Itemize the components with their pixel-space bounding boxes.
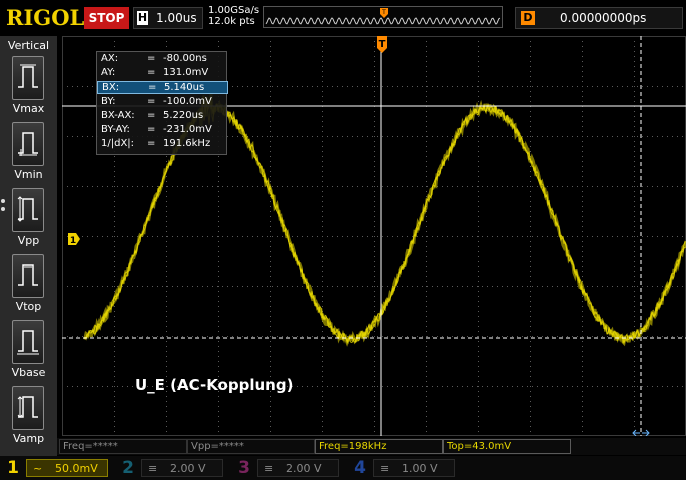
- channel-4-settings: ≡ 1.00 V: [373, 459, 455, 477]
- readout-eq: =: [147, 110, 156, 121]
- measure-menu-title: Vertical: [7, 39, 50, 52]
- channel-1-settings: ~ 50.0mV: [26, 459, 108, 477]
- measure-vpp-label: Vpp: [17, 234, 40, 247]
- readout-row-bx[interactable]: BX: = 5.140us: [97, 81, 228, 94]
- readout-key: AY:: [101, 67, 116, 78]
- top-status-bar: RIGOL STOP H 1.00us 1.00GSa/s 12.0k pts …: [0, 0, 686, 36]
- channel-3-settings: ≡ 2.00 V: [257, 459, 339, 477]
- readout-eq: =: [147, 53, 156, 64]
- measure-vtop-label: Vtop: [15, 300, 42, 313]
- measure-vmin-button[interactable]: Vmin: [0, 122, 57, 186]
- channel-1-tab[interactable]: 1 ~ 50.0mV: [2, 458, 112, 478]
- acquisition-info: 1.00GSa/s 12.0k pts: [208, 5, 259, 27]
- channel-1-number: 1: [7, 458, 19, 478]
- measure-vmin-label: Vmin: [14, 168, 43, 181]
- measure-vtop-button[interactable]: Vtop: [0, 254, 57, 318]
- timebase-display[interactable]: H 1.00us: [133, 7, 203, 29]
- delay-display[interactable]: D 0.00000000ps: [515, 7, 683, 29]
- vamp-icon: [12, 386, 44, 430]
- run-stop-button[interactable]: STOP: [84, 7, 129, 29]
- channel-3-tab[interactable]: 3 ≡ 2.00 V: [233, 458, 343, 478]
- readout-key: AX:: [101, 53, 119, 64]
- readout-eq: =: [147, 67, 156, 78]
- trigger-position-label: T: [381, 9, 386, 16]
- ac-coupling-icon: ~: [33, 462, 43, 475]
- memory-overview-waveform: T: [265, 8, 501, 25]
- measurement-bar: Freq=***** Vpp=***** Freq=198kHz Top=43.…: [57, 438, 686, 455]
- readout-row-bx-ax: BX-AX: = 5.220us: [97, 110, 228, 123]
- readout-eq: =: [148, 82, 157, 93]
- channel-2-scale: 2.00 V: [170, 462, 206, 475]
- measure-menu: Vertical Vmax Vmin Vpp Vtop Vbase Vamp: [0, 36, 57, 456]
- vmax-icon: [12, 56, 44, 100]
- channel-bar: 1 ~ 50.0mV 2 ≡ 2.00 V 3 ≡ 2.00 V 4 ≡ 1.0…: [0, 456, 686, 480]
- dc-coupling-icon: ≡: [380, 462, 390, 475]
- readout-value: 191.6kHz: [163, 138, 211, 149]
- readout-eq: =: [147, 96, 156, 107]
- readout-row-by-ay: BY-AY: = -231.0mV: [97, 124, 228, 137]
- readout-key: BX:: [102, 82, 120, 93]
- measurement-item[interactable]: Freq=*****: [59, 439, 187, 454]
- readout-row-ay: AY: = 131.0mV: [97, 67, 228, 80]
- readout-key: BY:: [101, 96, 116, 107]
- vmin-icon: [12, 122, 44, 166]
- measurement-item[interactable]: Vpp=*****: [187, 439, 315, 454]
- channel-4-scale: 1.00 V: [402, 462, 438, 475]
- channel-2-number: 2: [122, 458, 134, 478]
- measure-vpp-button[interactable]: Vpp: [0, 188, 57, 252]
- readout-value: -231.0mV: [163, 124, 212, 135]
- measurement-item[interactable]: Freq=198kHz: [315, 439, 443, 454]
- channel-3-scale: 2.00 V: [286, 462, 322, 475]
- readout-key: BY-AY:: [101, 124, 130, 135]
- readout-row-ax: AX: = -80.00ns: [97, 53, 228, 66]
- readout-value: 131.0mV: [163, 67, 209, 78]
- delay-value: 0.00000000ps: [560, 11, 647, 25]
- channel1-ground-marker-label: 1: [70, 236, 76, 246]
- channel-1-scale: 50.0mV: [55, 462, 98, 475]
- readout-value: 5.220us: [163, 110, 204, 121]
- readout-key: 1/|dX|:: [101, 138, 135, 149]
- readout-eq: =: [147, 138, 156, 149]
- channel-2-tab[interactable]: 2 ≡ 2.00 V: [117, 458, 227, 478]
- memory-depth: 12.0k pts: [208, 16, 255, 27]
- measure-vmax-label: Vmax: [12, 102, 45, 115]
- measure-vamp-label: Vamp: [12, 432, 45, 445]
- timebase-value: 1.00us: [156, 11, 197, 25]
- dc-coupling-icon: ≡: [148, 462, 158, 475]
- channel-4-tab[interactable]: 4 ≡ 1.00 V: [349, 458, 459, 478]
- timebase-label: H: [137, 11, 148, 25]
- dc-coupling-icon: ≡: [264, 462, 274, 475]
- readout-key: BX-AX:: [101, 110, 135, 121]
- channel-3-number: 3: [238, 458, 250, 478]
- measurement-item[interactable]: Top=43.0mV: [443, 439, 571, 454]
- vbase-icon: [12, 320, 44, 364]
- channel-2-settings: ≡ 2.00 V: [141, 459, 223, 477]
- readout-row-inv-dx: 1/|dX|: = 191.6kHz: [97, 138, 228, 151]
- measure-vbase-label: Vbase: [11, 366, 46, 379]
- brand-logo: RIGOL: [6, 5, 85, 30]
- waveform-annotation: U_E (AC-Kopplung): [135, 376, 294, 394]
- cursor-readout: AX: = -80.00ns AY: = 131.0mV BX: = 5.140us BY:…: [96, 51, 228, 155]
- sample-rate: 1.00GSa/s: [208, 5, 260, 16]
- measure-vamp-button[interactable]: Vamp: [0, 386, 57, 450]
- vtop-icon: [12, 254, 44, 298]
- measure-vmax-button[interactable]: Vmax: [0, 56, 57, 120]
- measure-vbase-button[interactable]: Vbase: [0, 320, 57, 384]
- vpp-icon: [12, 188, 44, 232]
- readout-value: -100.0mV: [163, 96, 212, 107]
- readout-value: -80.00ns: [163, 53, 207, 64]
- readout-value: 5.140us: [164, 82, 205, 93]
- readout-eq: =: [147, 124, 156, 135]
- readout-row-by: BY: = -100.0mV: [97, 96, 228, 109]
- memory-overview[interactable]: T: [263, 6, 503, 28]
- trigger-marker-label: T: [379, 39, 386, 50]
- channel-4-number: 4: [354, 458, 366, 478]
- delay-label: D: [521, 11, 535, 25]
